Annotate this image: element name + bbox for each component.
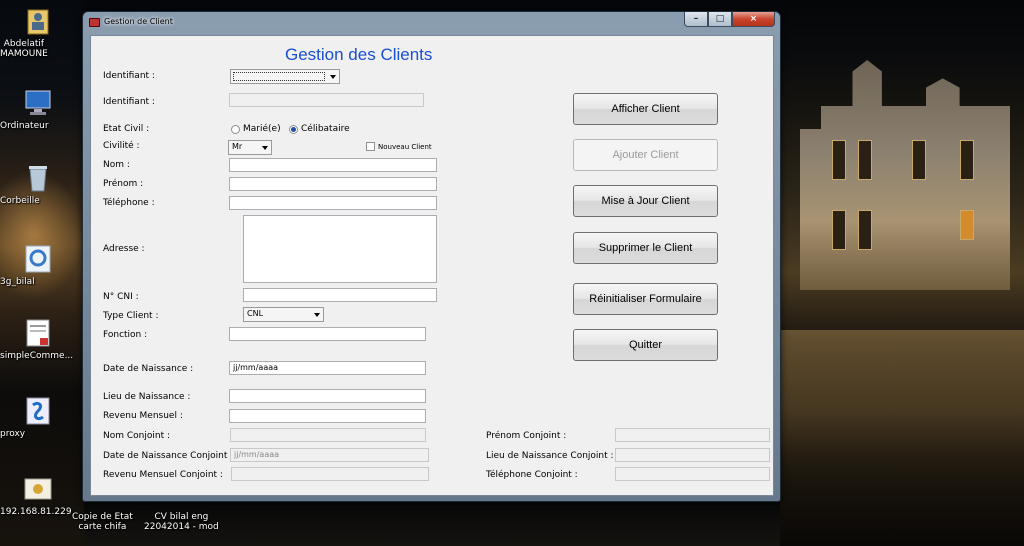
desktop-icon-simplecomme[interactable]: simpleComme... bbox=[0, 318, 76, 361]
revenu-label: Revenu Mensuel : bbox=[103, 411, 183, 421]
radio-celibataire-label: Célibataire bbox=[301, 124, 350, 134]
fonction-label: Fonction : bbox=[103, 330, 148, 340]
certificate-icon bbox=[24, 478, 52, 500]
revenu-field[interactable] bbox=[229, 409, 426, 423]
identifiant-label: Identifiant : bbox=[103, 97, 155, 107]
recycle-bin-icon bbox=[29, 166, 47, 192]
close-icon: × bbox=[749, 14, 758, 24]
computer-icon bbox=[25, 90, 51, 115]
reinitialiser-formulaire-button[interactable]: Réinitialiser Formulaire bbox=[573, 283, 718, 315]
revenu-conjoint-field[interactable] bbox=[231, 467, 429, 481]
chevron-down-icon bbox=[262, 146, 268, 150]
wallpaper-reflection bbox=[780, 330, 1024, 546]
supprimer-client-button[interactable]: Supprimer le Client bbox=[573, 232, 718, 264]
wallpaper-window bbox=[912, 140, 926, 180]
network-settings-icon bbox=[25, 245, 51, 273]
prenom-conjoint-field[interactable] bbox=[615, 428, 770, 442]
radio-celibataire[interactable]: Célibataire bbox=[289, 124, 350, 134]
user-folder-icon bbox=[27, 9, 49, 35]
civilite-select[interactable]: Mr bbox=[228, 140, 272, 155]
desktop-icon-3g-bilal[interactable]: 3g_bilal bbox=[0, 244, 76, 287]
desktop-icon-user-folder[interactable]: Abdelatif MAMOUNE bbox=[0, 6, 76, 59]
window-title: Gestion de Client bbox=[104, 17, 173, 26]
title-bar[interactable]: Gestion de Client – □ × bbox=[83, 12, 780, 34]
wallpaper-window bbox=[832, 210, 846, 250]
revenu-conjoint-label: Revenu Mensuel Conjoint : bbox=[103, 470, 223, 480]
client-management-window: Gestion de Client – □ × Gestion des Clie… bbox=[82, 11, 781, 502]
lieu-naissance-conjoint-label: Lieu de Naissance Conjoint : bbox=[486, 451, 614, 461]
page-title: Gestion des Clients bbox=[285, 45, 433, 64]
nom-conjoint-label: Nom Conjoint : bbox=[103, 431, 170, 441]
nouveau-client-label: Nouveau Client bbox=[378, 142, 432, 151]
ajouter-client-button[interactable]: Ajouter Client bbox=[573, 139, 718, 171]
radio-selected-icon bbox=[289, 124, 298, 134]
chevron-down-icon bbox=[314, 313, 320, 317]
nouveau-client-checkbox[interactable]: Nouveau Client bbox=[366, 142, 432, 151]
caption-buttons: – □ × bbox=[684, 12, 775, 28]
type-client-select[interactable]: CNL bbox=[243, 307, 324, 322]
desktop-icon-ip-address[interactable]: 192.168.81.229 bbox=[0, 474, 76, 517]
date-naissance-field[interactable]: jj/mm/aaaa bbox=[229, 361, 426, 375]
wallpaper-window bbox=[858, 210, 872, 250]
cni-label: N° CNI : bbox=[103, 292, 139, 302]
lieu-naissance-field[interactable] bbox=[229, 389, 426, 403]
radio-icon bbox=[231, 124, 240, 134]
nom-field[interactable] bbox=[229, 158, 437, 172]
date-naissance-label: Date de Naissance : bbox=[103, 364, 194, 374]
type-client-select-value: CNL bbox=[247, 309, 264, 318]
civilite-select-value: Mr bbox=[232, 142, 243, 151]
nom-conjoint-field[interactable] bbox=[230, 428, 426, 442]
chevron-down-icon bbox=[330, 75, 336, 79]
civilite-label: Civilité : bbox=[103, 141, 140, 151]
fonction-field[interactable] bbox=[229, 327, 426, 341]
app-icon bbox=[89, 18, 100, 27]
wallpaper-window-lit bbox=[960, 210, 974, 240]
adresse-label: Adresse : bbox=[103, 244, 145, 254]
telephone-conjoint-label: Téléphone Conjoint : bbox=[486, 470, 578, 480]
date-naissance-conjoint-field[interactable]: jj/mm/aaaa bbox=[230, 448, 429, 462]
wallpaper-window bbox=[832, 140, 846, 180]
maximize-icon: □ bbox=[715, 14, 725, 24]
prenom-conjoint-label: Prénom Conjoint : bbox=[486, 431, 567, 441]
wallpaper-window bbox=[960, 140, 974, 180]
nom-label: Nom : bbox=[103, 160, 130, 170]
minimize-button[interactable]: – bbox=[684, 12, 708, 27]
desktop-icon-recycle-bin[interactable]: Corbeille bbox=[0, 163, 76, 206]
etat-civil-label: Etat Civil : bbox=[103, 124, 150, 134]
type-client-label: Type Client : bbox=[103, 311, 159, 321]
document-icon bbox=[26, 319, 50, 347]
prenom-label: Prénom : bbox=[103, 179, 144, 189]
identifiant-select[interactable] bbox=[230, 69, 340, 84]
telephone-label: Téléphone : bbox=[103, 198, 155, 208]
desktop-icon-proxy[interactable]: proxy bbox=[0, 396, 76, 439]
adresse-textarea[interactable] bbox=[243, 215, 437, 283]
radio-marie[interactable]: Marié(e) bbox=[231, 124, 281, 134]
identifiant-field[interactable] bbox=[229, 93, 424, 107]
lieu-naissance-label: Lieu de Naissance : bbox=[103, 392, 191, 402]
identifiant-combo-label: Identifiant : bbox=[103, 71, 155, 81]
mise-a-jour-client-button[interactable]: Mise à Jour Client bbox=[573, 185, 718, 217]
cni-field[interactable] bbox=[243, 288, 437, 302]
quitter-button[interactable]: Quitter bbox=[573, 329, 718, 361]
prenom-field[interactable] bbox=[229, 177, 437, 191]
lieu-naissance-conjoint-field[interactable] bbox=[615, 448, 770, 462]
desktop-icon-computer[interactable]: Ordinateur bbox=[0, 88, 76, 131]
minimize-icon: – bbox=[693, 14, 699, 24]
radio-marie-label: Marié(e) bbox=[243, 124, 281, 134]
focus-rectangle bbox=[233, 72, 325, 81]
checkbox-icon bbox=[366, 142, 375, 151]
afficher-client-button[interactable]: Afficher Client bbox=[573, 93, 718, 125]
telephone-field[interactable] bbox=[229, 196, 437, 210]
date-naissance-conjoint-label: Date de Naissance Conjoint : bbox=[103, 451, 234, 461]
form-area: Gestion des Clients Identifiant : Identi… bbox=[90, 35, 774, 496]
wallpaper-window bbox=[858, 140, 872, 180]
maximize-button[interactable]: □ bbox=[708, 12, 732, 27]
close-button[interactable]: × bbox=[732, 12, 775, 27]
telephone-conjoint-field[interactable] bbox=[615, 467, 770, 481]
script-icon bbox=[26, 397, 50, 425]
